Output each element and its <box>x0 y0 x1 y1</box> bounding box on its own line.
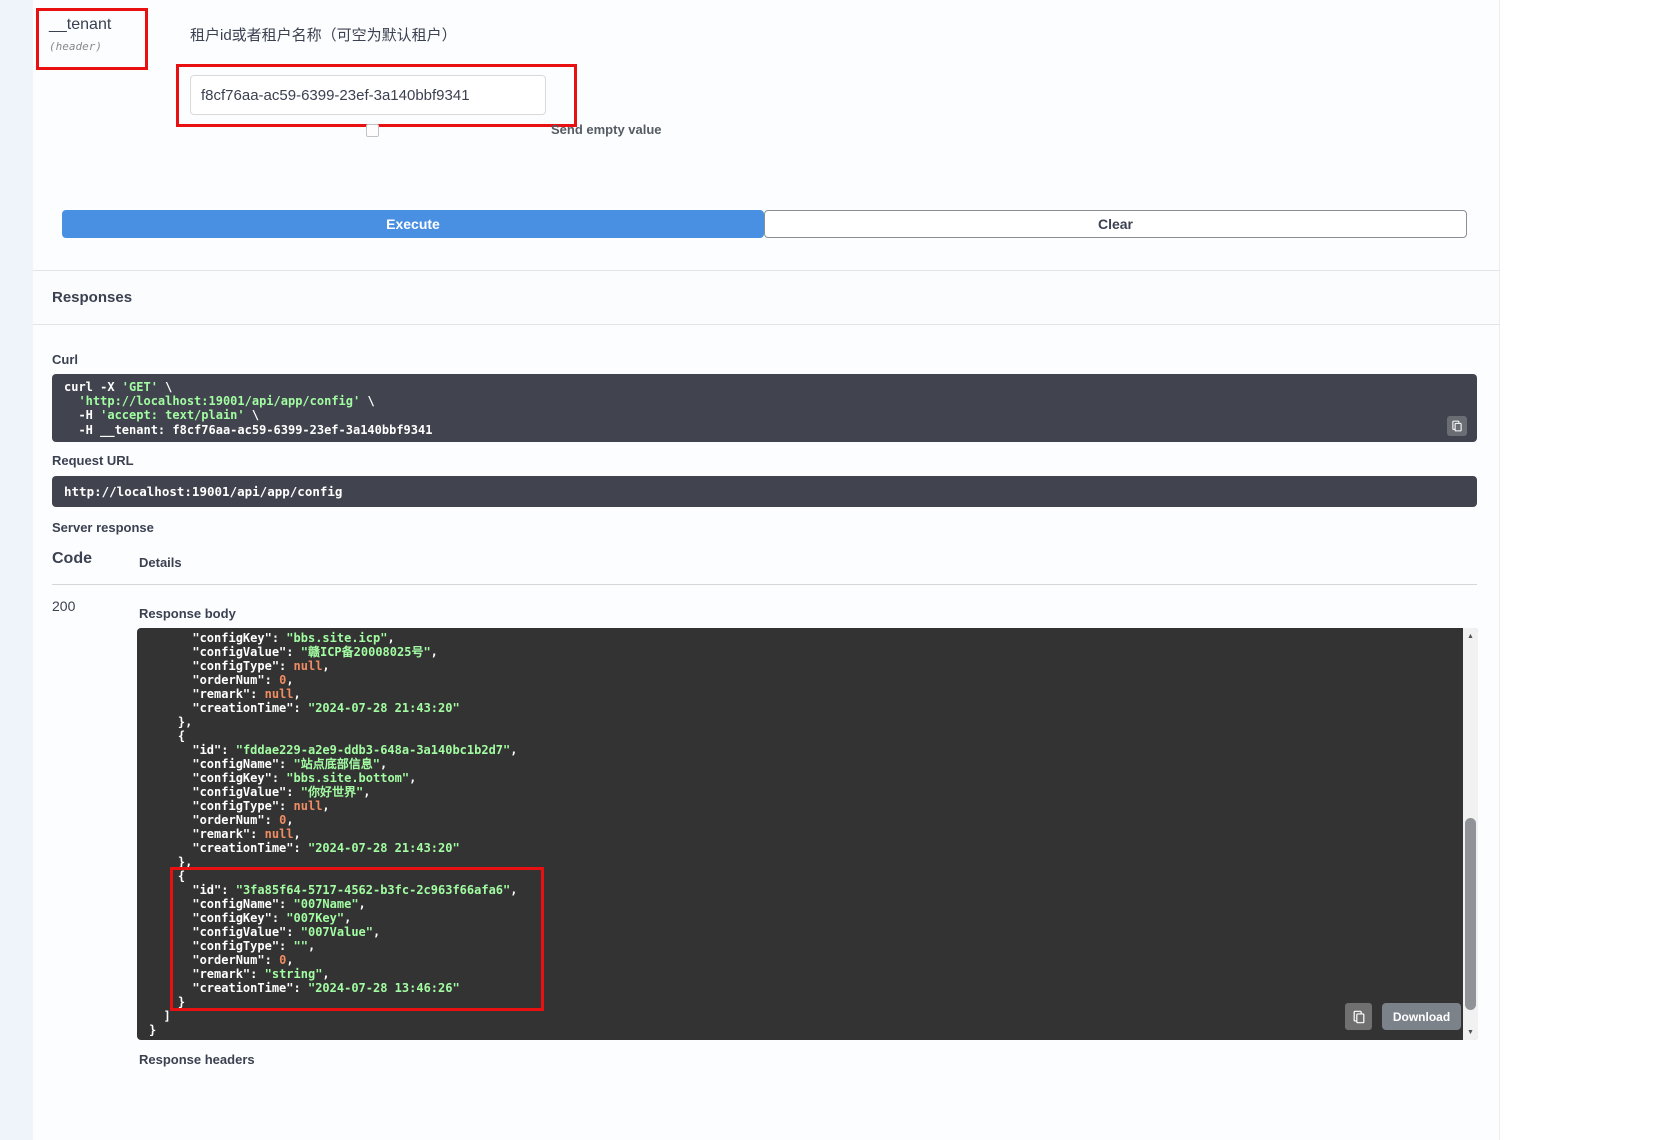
annotation-box-tenant-input <box>176 64 577 127</box>
annotation-box-parameter-name: __tenant (header) <box>36 8 148 70</box>
response-table-divider <box>52 584 1477 585</box>
curl-command-block: curl -X 'GET' \ 'http://localhost:19001/… <box>52 374 1477 442</box>
details-column-header: Details <box>139 555 182 570</box>
download-button[interactable]: Download <box>1382 1003 1461 1030</box>
clear-button[interactable]: Clear <box>764 210 1467 238</box>
request-url-label: Request URL <box>52 453 134 468</box>
responses-section-header: Responses <box>33 270 1499 325</box>
copy-response-button[interactable] <box>1345 1003 1372 1030</box>
status-code: 200 <box>52 598 75 614</box>
copy-icon <box>1451 420 1463 432</box>
request-url-value: http://localhost:19001/api/app/config <box>64 484 342 499</box>
response-body-block: "configKey": "bbs.site.icp", "configValu… <box>137 628 1478 1040</box>
tenant-input[interactable] <box>190 75 546 115</box>
response-body-scrollbar[interactable]: ▲ ▼ <box>1463 628 1478 1040</box>
swagger-operation-panel: __tenant (header) 租户id或者租户名称（可空为默认租户） Se… <box>33 0 1500 1140</box>
response-json-after: ] } <box>149 1009 1463 1037</box>
parameter-location: (header) <box>49 40 135 53</box>
scrollbar-thumb[interactable] <box>1465 818 1476 1010</box>
scrollbar-up-arrow-icon[interactable]: ▲ <box>1463 628 1478 644</box>
responses-title: Responses <box>52 289 132 306</box>
page-left-gutter <box>0 0 33 1140</box>
response-json-highlight-group: { "id": "3fa85f64-5717-4562-b3fc-2c963f6… <box>149 869 518 1009</box>
send-empty-value-checkbox[interactable] <box>366 124 379 137</box>
curl-label: Curl <box>52 352 78 367</box>
copy-icon <box>1352 1010 1366 1024</box>
execute-button[interactable]: Execute <box>62 210 764 238</box>
curl-command-text: curl -X 'GET' \ 'http://localhost:19001/… <box>64 380 1433 437</box>
server-response-label: Server response <box>52 520 154 535</box>
code-column-header: Code <box>52 550 92 568</box>
send-empty-value-label: Send empty value <box>551 122 662 137</box>
response-body-code: "configKey": "bbs.site.icp", "configValu… <box>137 628 1463 1040</box>
response-json-before: "configKey": "bbs.site.icp", "configValu… <box>149 631 1463 869</box>
copy-curl-button[interactable] <box>1447 416 1467 436</box>
parameter-description: 租户id或者租户名称（可空为默认租户） <box>190 24 457 45</box>
parameter-name: __tenant <box>49 16 135 34</box>
scrollbar-down-arrow-icon[interactable]: ▼ <box>1463 1024 1478 1040</box>
response-body-label: Response body <box>139 606 236 621</box>
request-url-block: http://localhost:19001/api/app/config <box>52 476 1477 507</box>
response-json-highlighted: { "id": "3fa85f64-5717-4562-b3fc-2c963f6… <box>149 869 518 1009</box>
response-headers-label: Response headers <box>139 1052 255 1067</box>
